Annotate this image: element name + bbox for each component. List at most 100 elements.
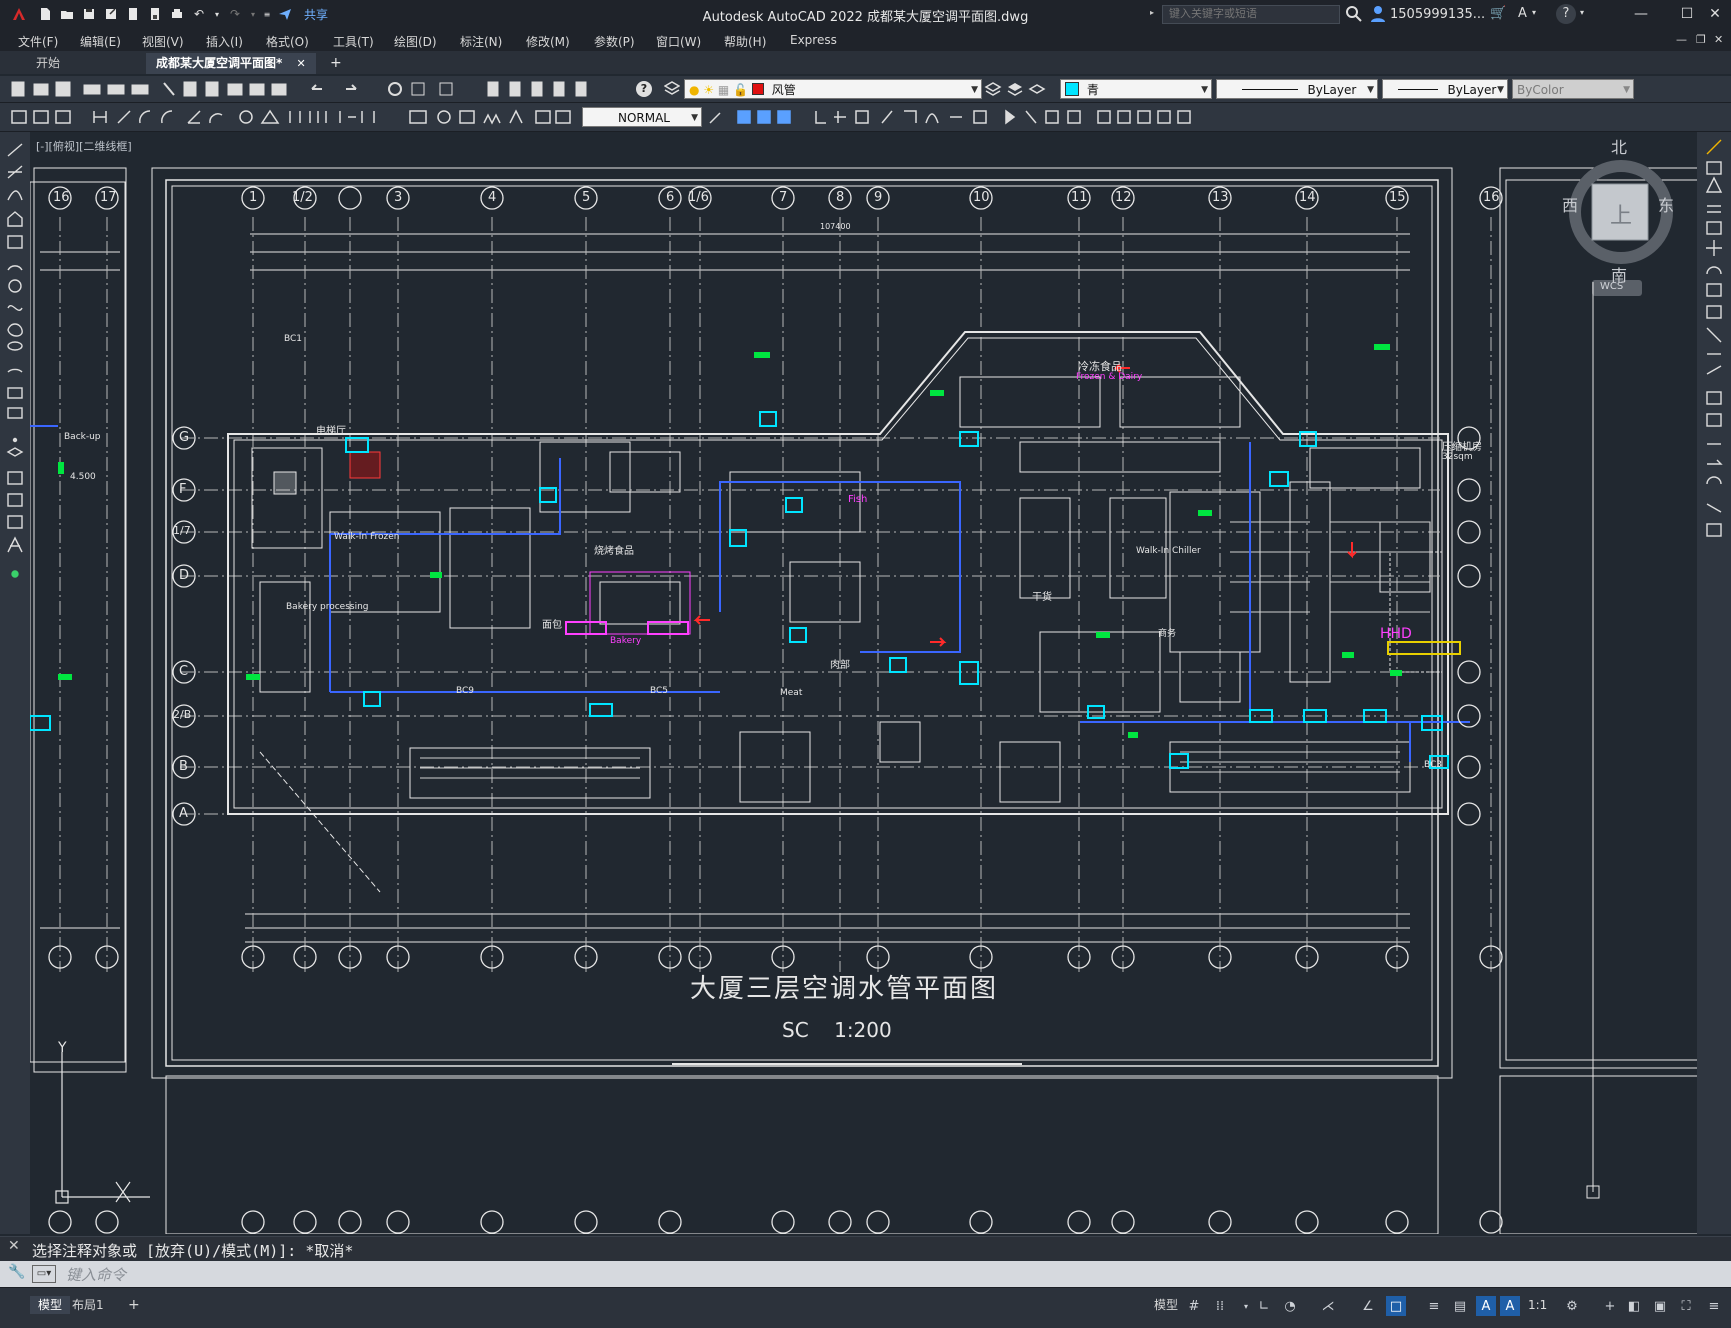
viewcube-north[interactable]: 北 [1611, 134, 1627, 158]
new-file-icon[interactable] [36, 6, 54, 22]
match-layer-icon[interactable] [1006, 81, 1024, 97]
redo-icon[interactable]: ↷ [226, 6, 244, 22]
drawing-canvas[interactable]: 16 17 1 1/2 3 4 5 6 1/6 7 8 9 10 11 12 1… [30, 132, 1697, 1234]
close-command-icon[interactable]: ✕ [8, 1238, 20, 1254]
viewcube-wcs[interactable]: WCS [1600, 281, 1623, 292]
open-file-icon[interactable] [58, 6, 76, 22]
make-current-layer-icon[interactable] [984, 81, 1002, 97]
save-as-icon[interactable] [102, 6, 120, 22]
autodesk-app-icon[interactable]: A [1518, 6, 1527, 21]
lineweight-icon[interactable]: ≡ [1424, 1296, 1444, 1316]
standard-toolbar-icons[interactable] [0, 76, 620, 102]
layer-properties-icon[interactable] [663, 81, 681, 97]
viewcube-top[interactable]: 上 [1610, 198, 1632, 230]
floor-plan[interactable] [30, 132, 1697, 1234]
viewport-controls-label[interactable]: [-][俯视][二维线框] [36, 138, 132, 154]
undo-icon[interactable]: ↶ [190, 6, 208, 22]
tab-close-icon[interactable]: ✕ [296, 57, 305, 70]
menu-express[interactable]: Express [790, 33, 837, 47]
plus-icon[interactable]: + [1600, 1296, 1620, 1316]
modify-tool-palette [1697, 132, 1731, 1234]
save-web-icon[interactable] [146, 6, 164, 22]
layer-dropdown[interactable]: ● ☀ ▦ 🔓 风管 ▼ [684, 79, 982, 99]
object-snap-icon[interactable]: □ [1386, 1296, 1406, 1316]
dimension-toolbar-icons[interactable] [0, 103, 580, 131]
customization-icon[interactable]: ≡ [1704, 1296, 1724, 1316]
model-space-toggle[interactable]: 模型 [1146, 1296, 1186, 1314]
auto-scale-icon[interactable]: A [1500, 1296, 1520, 1316]
dimstyle-dropdown[interactable]: NORMAL ▼ [582, 107, 702, 127]
tab-layout1[interactable]: 布局1 [64, 1296, 112, 1314]
snap-icon[interactable]: ⁞⁞ [1210, 1296, 1230, 1316]
clean-screen-icon[interactable]: ⛶ [1676, 1296, 1696, 1316]
isodraft-icon[interactable]: ⋌ [1318, 1296, 1338, 1316]
isolate-icon[interactable]: ◧ [1624, 1296, 1644, 1316]
snap-dropdown-icon[interactable]: ▾ [1236, 1296, 1256, 1316]
redo-dropdown-icon[interactable]: ▾ [248, 6, 258, 22]
help-dropdown-icon[interactable]: ▾ [1580, 8, 1584, 17]
minimize-icon[interactable]: — [1630, 3, 1652, 25]
tab-start[interactable]: 开始 [26, 53, 70, 74]
polar-icon[interactable]: ◔ [1280, 1296, 1300, 1316]
modify-toolbar-icons[interactable] [706, 103, 1226, 131]
command-prompt-icon[interactable]: ▭▾ [32, 1265, 56, 1283]
share-icon[interactable] [276, 6, 294, 22]
menu-modify[interactable]: 修改(M) [526, 33, 570, 50]
menu-file[interactable]: 文件(F) [18, 33, 58, 50]
menu-draw[interactable]: 绘图(D) [394, 33, 437, 50]
ortho-icon[interactable]: ∟ [1254, 1296, 1274, 1316]
app-menu-button[interactable] [6, 6, 32, 22]
share-label[interactable]: 共享 [304, 6, 328, 23]
annotation-scale[interactable]: 1:1 [1528, 1298, 1547, 1312]
layer-previous-icon[interactable] [1028, 81, 1046, 97]
osnap-icon[interactable]: ∠ [1358, 1296, 1378, 1316]
menu-edit[interactable]: 编辑(E) [80, 33, 121, 50]
menu-parametric[interactable]: 参数(P) [594, 33, 635, 50]
linetype-dropdown[interactable]: ByLayer ▼ [1216, 79, 1378, 99]
viewcube-west[interactable]: 西 [1562, 192, 1578, 216]
menu-dimension[interactable]: 标注(N) [460, 33, 502, 50]
maximize-icon[interactable]: ☐ [1676, 3, 1698, 25]
draw-tool-icons[interactable] [0, 132, 30, 602]
color-name: 青 [1086, 83, 1099, 97]
save-icon[interactable] [80, 6, 98, 22]
help-toolbar-icon[interactable]: ? [636, 81, 652, 97]
doc-restore-icon[interactable]: ❐ [1696, 33, 1706, 46]
doc-minimize-icon[interactable]: — [1676, 33, 1687, 46]
command-input[interactable] [64, 1263, 1728, 1287]
search-expand-icon[interactable]: ▸ [1150, 8, 1154, 17]
customize-dropdown-icon[interactable]: ≡ [262, 6, 272, 22]
transparency-icon[interactable]: ▤ [1450, 1296, 1470, 1316]
modify-tool-icons[interactable] [1697, 132, 1731, 552]
menu-window[interactable]: 窗口(W) [656, 33, 701, 50]
grid-icon[interactable]: # [1184, 1296, 1204, 1316]
menu-format[interactable]: 格式(O) [266, 33, 309, 50]
new-tab-button[interactable]: + [320, 53, 352, 74]
viewcube-east[interactable]: 东 [1658, 192, 1674, 216]
search-icon[interactable] [1345, 5, 1363, 23]
doc-close-icon[interactable]: ✕ [1714, 33, 1723, 46]
menu-insert[interactable]: 插入(I) [206, 33, 243, 50]
help-icon[interactable]: ? [1556, 4, 1576, 24]
hardware-acceleration-icon[interactable]: ▣ [1650, 1296, 1670, 1316]
plotstyle-name: ByColor [1517, 83, 1564, 97]
open-web-icon[interactable] [124, 6, 142, 22]
menu-view[interactable]: 视图(V) [142, 33, 184, 50]
plot-icon[interactable] [168, 6, 186, 22]
color-dropdown[interactable]: 青 ▼ [1060, 79, 1212, 99]
wrench-icon[interactable]: 🔧 [8, 1264, 25, 1280]
autodesk-app-dropdown-icon[interactable]: ▾ [1532, 8, 1536, 17]
menu-help[interactable]: 帮助(H) [724, 33, 766, 50]
cart-icon[interactable]: 🛒 [1490, 6, 1506, 21]
lineweight-dropdown[interactable]: ByLayer ▼ [1382, 79, 1508, 99]
user-name[interactable]: 1505999135... [1390, 7, 1485, 22]
add-layout-button[interactable]: + [120, 1296, 148, 1314]
tab-drawing[interactable]: 成都某大厦空调平面图* ✕ [146, 53, 316, 74]
annotation-visibility-icon[interactable]: A [1476, 1296, 1496, 1316]
user-icon[interactable] [1370, 5, 1386, 23]
workspace-gear-icon[interactable]: ⚙ [1562, 1296, 1582, 1316]
menu-tools[interactable]: 工具(T) [333, 33, 374, 50]
search-input[interactable] [1162, 5, 1340, 24]
close-icon[interactable]: ✕ [1704, 3, 1726, 25]
undo-dropdown-icon[interactable]: ▾ [212, 6, 222, 22]
